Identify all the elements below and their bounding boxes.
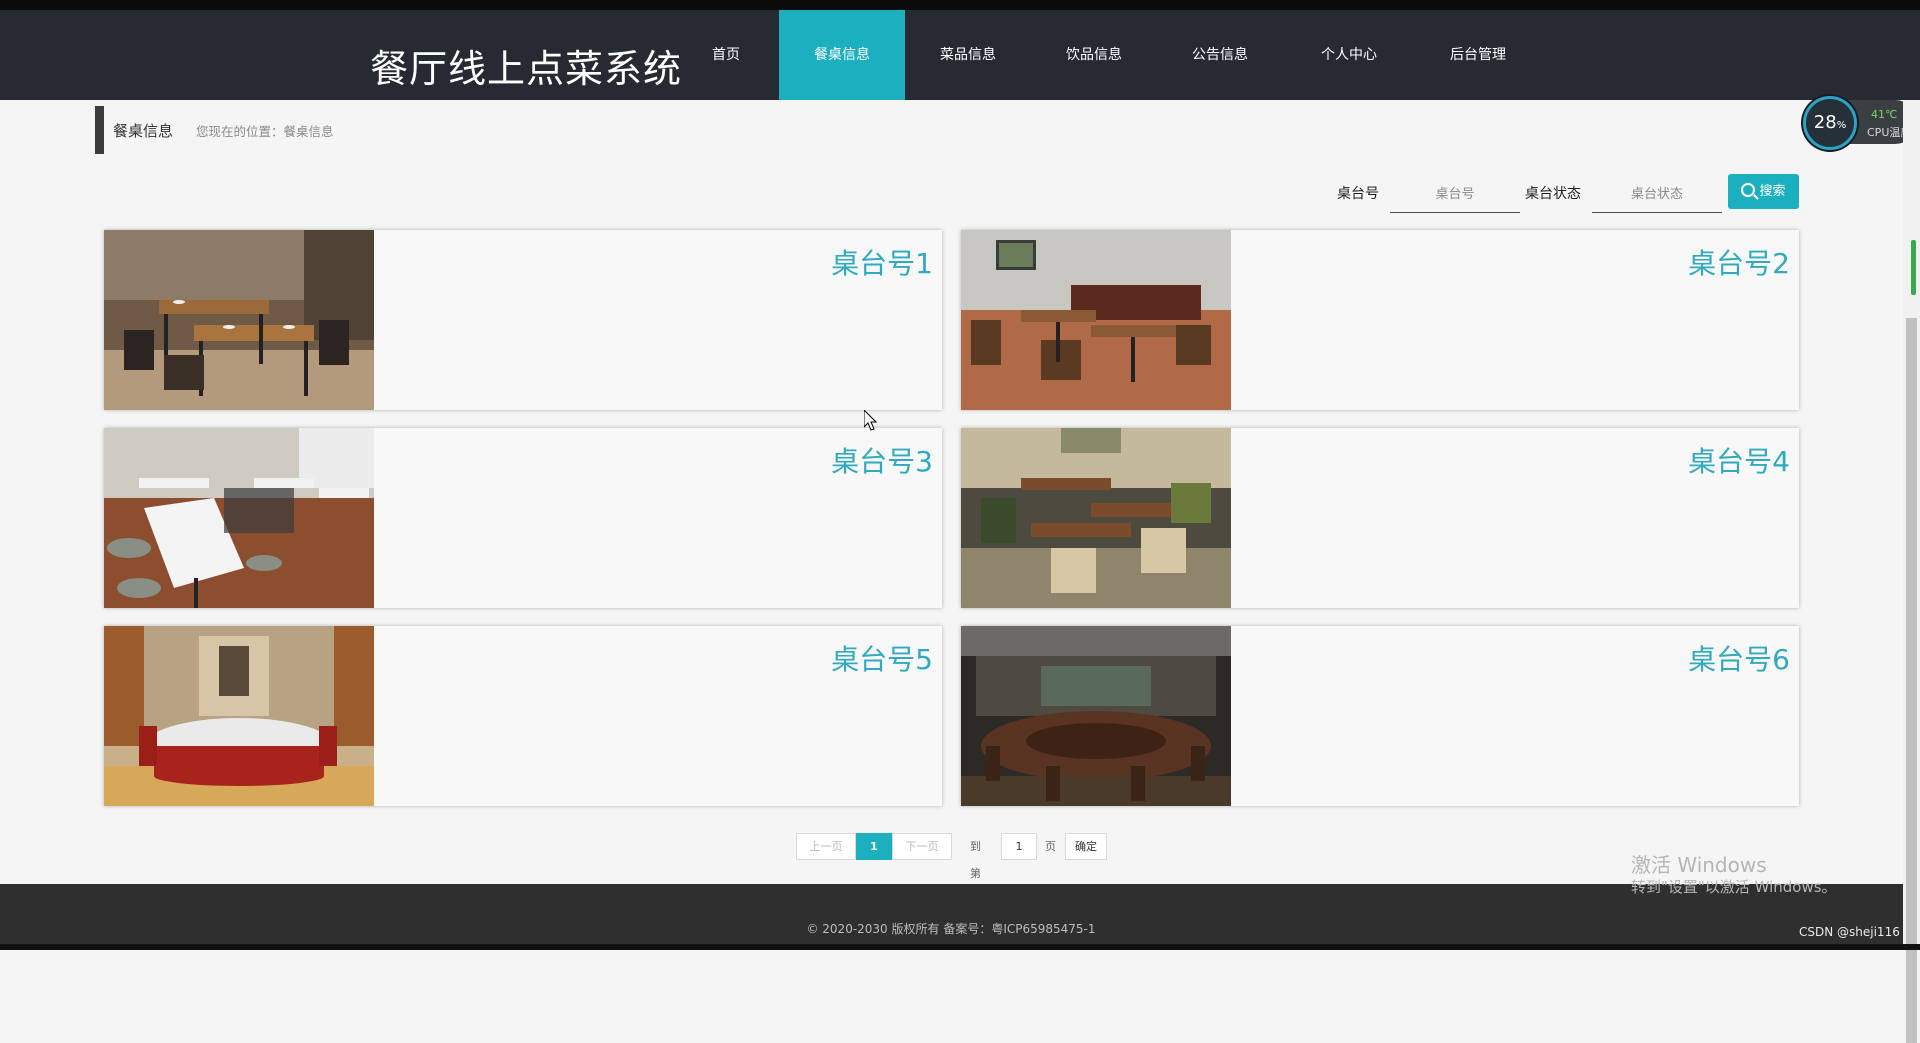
footer-copyright: © 2020-2030 版权所有 备案号：粤ICP65985475-1 <box>806 922 1096 936</box>
search-button[interactable]: 搜索 <box>1728 174 1799 209</box>
table-number-label: 桌台号 <box>1337 186 1379 202</box>
table-photo <box>961 230 1231 410</box>
cpu-usage-value: 28 <box>1813 112 1837 133</box>
table-photo <box>104 230 374 410</box>
table-name: 桌台号5 <box>831 643 933 676</box>
cpu-temperature: 41℃ <box>1871 108 1898 121</box>
cpu-usage-unit: % <box>1836 120 1847 131</box>
breadcrumb-location: 您现在的位置：餐桌信息 <box>196 124 334 139</box>
side-floating-tab[interactable] <box>1911 240 1916 295</box>
nav-profile[interactable]: 个人中心 <box>1311 10 1387 100</box>
scrollbar-thumb[interactable] <box>1906 318 1917 1043</box>
table-name: 桌台号2 <box>1688 247 1790 280</box>
cpu-monitor-widget[interactable]: 28% 41℃ CPU温度 <box>1803 96 1917 150</box>
windows-activation-subtitle: 转到"设置"以激活 Windows。 <box>1631 878 1837 896</box>
page-scrollbar[interactable] <box>1903 100 1920 1043</box>
table-card[interactable]: 桌台号2 <box>961 230 1799 410</box>
next-page-button[interactable]: 下一页 <box>892 833 952 860</box>
table-status-input[interactable] <box>1592 176 1722 213</box>
current-page-button[interactable]: 1 <box>856 833 892 860</box>
breadcrumb-accent-bar <box>95 106 104 154</box>
csdn-watermark: CSDN @sheji116 <box>1799 925 1900 939</box>
breadcrumb: 餐桌信息 您现在的位置：餐桌信息 <box>95 106 695 154</box>
search-icon <box>1741 183 1756 197</box>
table-number-input[interactable] <box>1390 176 1520 213</box>
site-brand[interactable]: 餐厅线上点菜系统 <box>370 38 682 93</box>
window-bottom-strip <box>0 944 1920 950</box>
nav-home[interactable]: 首页 <box>696 10 756 100</box>
prev-page-button[interactable]: 上一页 <box>796 833 856 860</box>
table-card[interactable]: 桌台号6 <box>961 626 1799 806</box>
goto-confirm-button[interactable]: 确定 <box>1065 833 1107 860</box>
table-card[interactable]: 桌台号1 <box>104 230 942 410</box>
table-card[interactable]: 桌台号5 <box>104 626 942 806</box>
search-button-label: 搜索 <box>1759 184 1786 199</box>
nav-dishes[interactable]: 菜品信息 <box>930 10 1006 100</box>
nav-tables[interactable]: 餐桌信息 <box>779 10 905 100</box>
page-title: 餐桌信息 <box>113 122 174 140</box>
table-photo <box>104 428 374 608</box>
table-status-label: 桌台状态 <box>1525 186 1581 202</box>
table-card[interactable]: 桌台号4 <box>961 428 1799 608</box>
cpu-usage-gauge: 28% <box>1803 96 1857 150</box>
site-header: 餐厅线上点菜系统 首页 餐桌信息 菜品信息 饮品信息 公告信息 个人中心 后台管… <box>0 10 1920 100</box>
nav-announcements[interactable]: 公告信息 <box>1182 10 1258 100</box>
windows-activation-title: 激活 Windows <box>1631 853 1767 877</box>
table-name: 桌台号6 <box>1688 643 1790 676</box>
table-photo <box>961 626 1231 806</box>
table-photo <box>104 626 374 806</box>
table-card[interactable]: 桌台号3 <box>104 428 942 608</box>
nav-drinks[interactable]: 饮品信息 <box>1056 10 1132 100</box>
goto-suffix-text: 页 <box>1045 840 1056 853</box>
table-name: 桌台号3 <box>831 445 933 478</box>
goto-page-input[interactable]: 1 <box>1001 833 1037 860</box>
table-name: 桌台号4 <box>1688 445 1790 478</box>
table-photo <box>961 428 1231 608</box>
table-name: 桌台号1 <box>831 247 933 280</box>
goto-prefix-text: 到第 <box>970 840 981 880</box>
nav-admin[interactable]: 后台管理 <box>1440 10 1516 100</box>
window-top-strip <box>0 0 1920 10</box>
